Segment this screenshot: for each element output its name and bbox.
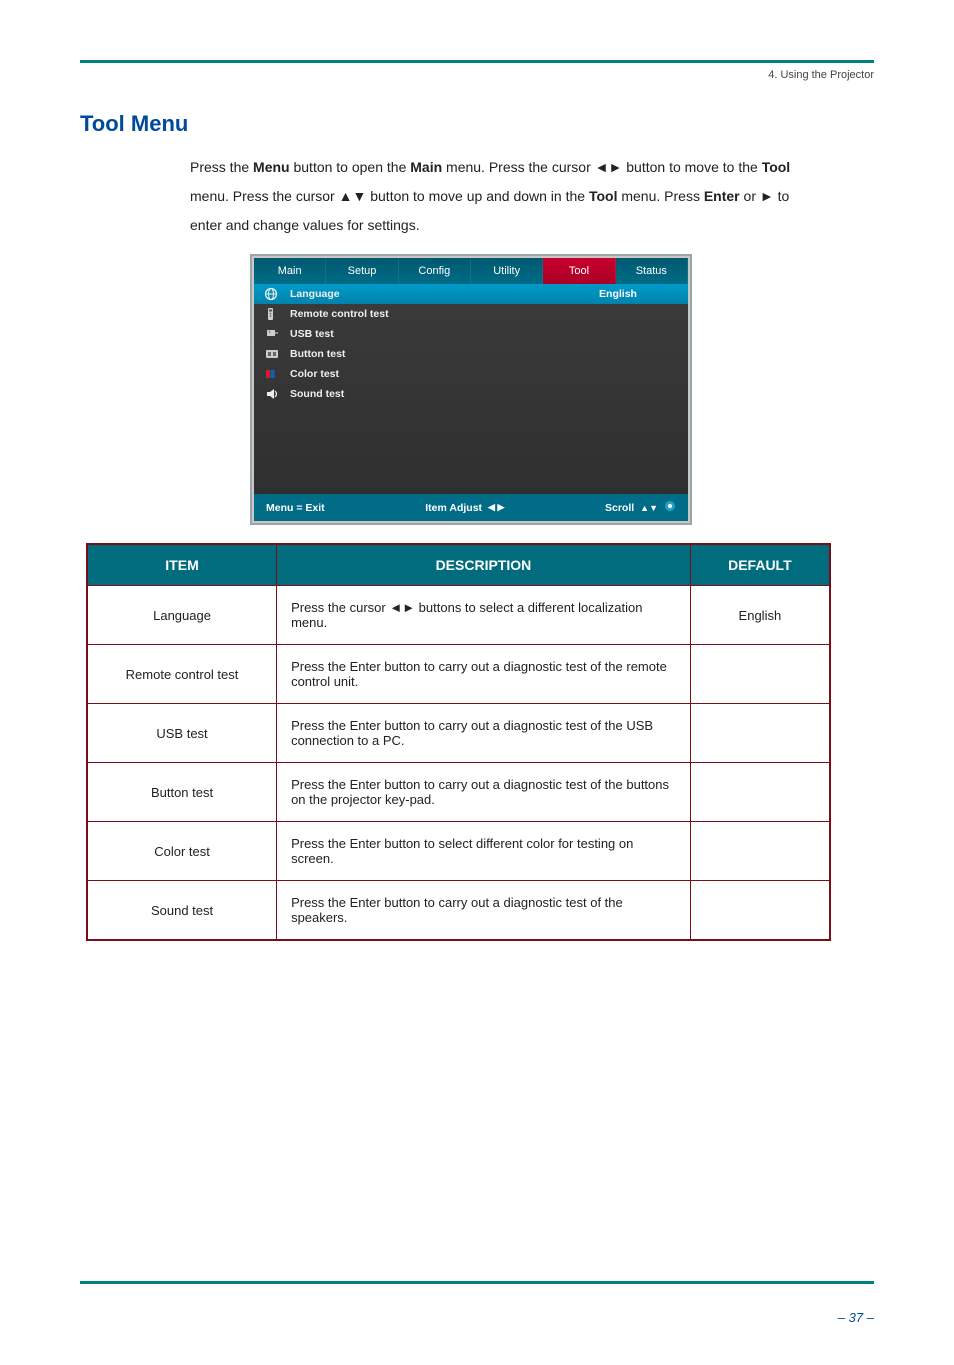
osd-item-usb-test: USB test [254, 324, 688, 344]
up-down-icon: ▲▼ [339, 188, 367, 204]
osd-footer: Menu = Exit Item Adjust ◀ ▶ Scroll ▲▼ [254, 494, 688, 521]
left-right-icon: ◄► [389, 600, 415, 615]
cell-description: Press the cursor ◄► buttons to select a … [277, 586, 691, 645]
osd-body: LanguageEnglishRemote control testUSB te… [254, 284, 688, 494]
osd-tab-utility: Utility [471, 258, 543, 284]
gear-icon [664, 500, 676, 515]
cell-item: USB test [87, 704, 277, 763]
cell-default [690, 763, 830, 822]
osd-tab-main: Main [254, 258, 326, 284]
cell-item: Color test [87, 822, 277, 881]
table-row: LanguagePress the cursor ◄► buttons to s… [87, 586, 830, 645]
instruction-text: enter and change values for settings. [190, 215, 874, 236]
instruction-text: Press the Menu button to open the Main m… [190, 157, 874, 178]
usb-icon [264, 327, 280, 341]
cell-description: Press the Enter button to carry out a di… [277, 704, 691, 763]
cell-item: Remote control test [87, 645, 277, 704]
osd-footer-exit: Menu = Exit [266, 502, 325, 514]
cell-default [690, 881, 830, 941]
tool-menu-table: ITEM DESCRIPTION DEFAULT LanguagePress t… [86, 543, 831, 941]
osd-footer-scroll: Scroll ▲▼ [605, 500, 676, 515]
osd-tab-status: Status [616, 258, 688, 284]
up-down-icon: ▲▼ [640, 503, 658, 513]
header-divider [80, 60, 874, 63]
left-right-icon: ◀ ▶ [488, 502, 504, 513]
osd-item-label: Color test [290, 368, 558, 380]
table-row: USB testPress the Enter button to carry … [87, 704, 830, 763]
osd-item-label: Sound test [290, 388, 558, 400]
speaker-icon [264, 387, 280, 401]
table-row: Sound testPress the Enter button to carr… [87, 881, 830, 941]
section-title: Tool Menu [80, 111, 874, 137]
osd-footer-adjust: Item Adjust ◀ ▶ [425, 502, 504, 514]
cell-description: Press the Enter button to select differe… [277, 822, 691, 881]
remote-icon [264, 307, 280, 321]
button-icon [264, 347, 280, 361]
osd-item-label: USB test [290, 328, 558, 340]
osd-item-color-test: Color test [254, 364, 688, 384]
cell-description: Press the Enter button to carry out a di… [277, 645, 691, 704]
cell-default [690, 645, 830, 704]
cell-default: English [690, 586, 830, 645]
table-header-row: ITEM DESCRIPTION DEFAULT [87, 544, 830, 586]
col-header-description: DESCRIPTION [277, 544, 691, 586]
instruction-text: menu. Press the cursor ▲▼ button to move… [190, 186, 874, 207]
osd-tab-bar: MainSetupConfigUtilityToolStatus [254, 258, 688, 284]
osd-item-sound-test: Sound test [254, 384, 688, 404]
cell-default [690, 704, 830, 763]
right-icon: ► [760, 188, 774, 204]
col-header-item: ITEM [87, 544, 277, 586]
cell-item: Button test [87, 763, 277, 822]
page-number: – 37 – [838, 1310, 874, 1325]
osd-item-button-test: Button test [254, 344, 688, 364]
table-row: Remote control testPress the Enter butto… [87, 645, 830, 704]
osd-tab-config: Config [399, 258, 471, 284]
globe-icon [264, 287, 280, 301]
osd-item-label: Language [290, 288, 558, 300]
cell-description: Press the Enter button to carry out a di… [277, 881, 691, 941]
osd-item-label: Remote control test [290, 308, 558, 320]
cell-item: Language [87, 586, 277, 645]
osd-tab-setup: Setup [326, 258, 398, 284]
osd-item-language: LanguageEnglish [254, 284, 688, 304]
cell-description: Press the Enter button to carry out a di… [277, 763, 691, 822]
header-label: 4. Using the Projector [80, 69, 874, 81]
footer-divider [80, 1281, 874, 1284]
col-header-default: DEFAULT [690, 544, 830, 586]
osd-item-value: English [558, 288, 678, 300]
cell-item: Sound test [87, 881, 277, 941]
colors-icon [264, 367, 280, 381]
osd-menu-screenshot: MainSetupConfigUtilityToolStatus Languag… [250, 254, 692, 525]
osd-item-remote-control-test: Remote control test [254, 304, 688, 324]
osd-item-label: Button test [290, 348, 558, 360]
table-row: Button testPress the Enter button to car… [87, 763, 830, 822]
osd-tab-tool: Tool [543, 258, 615, 284]
left-right-icon: ◄► [595, 159, 623, 175]
cell-default [690, 822, 830, 881]
table-row: Color testPress the Enter button to sele… [87, 822, 830, 881]
